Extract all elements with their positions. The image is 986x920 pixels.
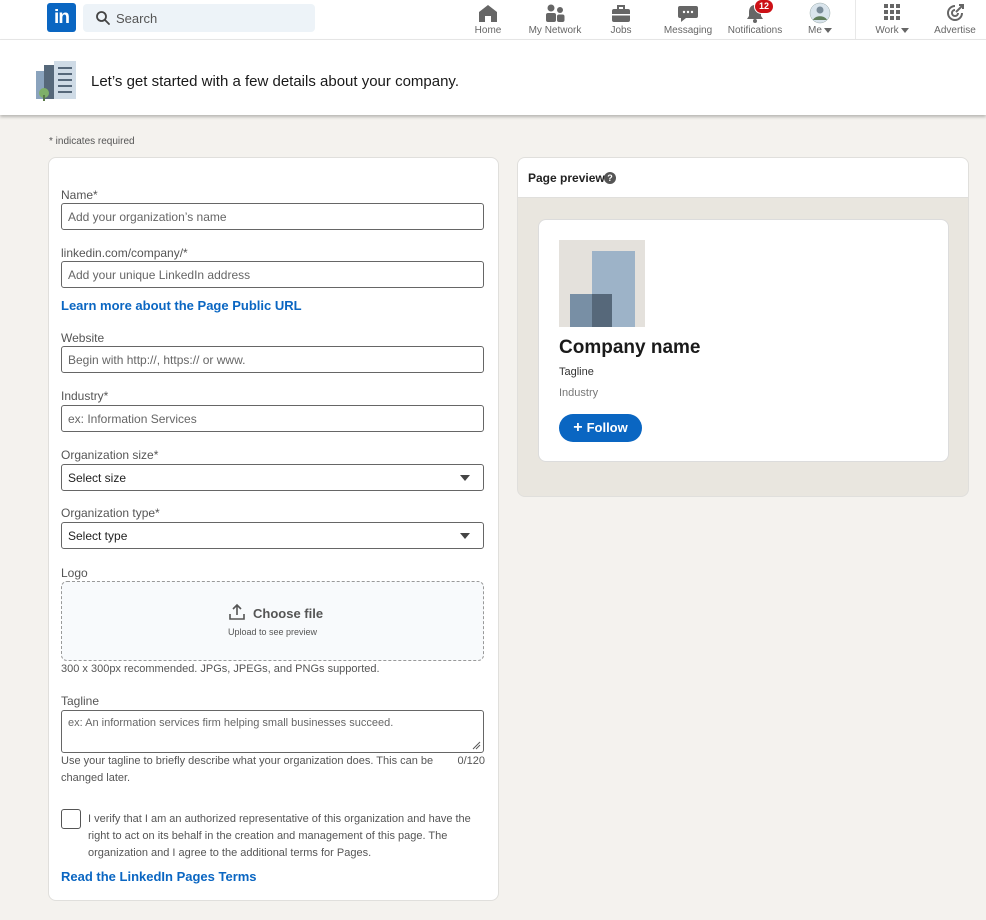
logo-label: Logo	[61, 566, 88, 580]
resize-handle-icon[interactable]	[472, 741, 481, 750]
search-input[interactable]: Search	[116, 11, 157, 26]
tagline-placeholder: ex: An information services firm helping…	[68, 717, 394, 729]
nav-home[interactable]: Home	[470, 0, 506, 40]
tagline-textarea[interactable]: ex: An information services firm helping…	[61, 710, 484, 753]
size-label: Organization size*	[61, 448, 159, 462]
top-navigation: in Search Home My Network Jobs Messaging…	[0, 0, 986, 40]
preview-header: Page preview ?	[518, 158, 968, 198]
nav-my-network[interactable]: My Network	[525, 0, 585, 40]
chevron-down-icon	[460, 475, 470, 481]
page-header: Let’s get started with a few details abo…	[0, 40, 986, 115]
nav-me[interactable]: Me	[803, 0, 837, 40]
nav-work-label: Work	[872, 25, 912, 37]
chevron-down-icon	[460, 533, 470, 539]
nav-divider	[855, 0, 856, 40]
notification-badge: 12	[754, 0, 775, 14]
tagline-hint: Use your tagline to briefly describe wha…	[61, 755, 434, 784]
preview-card: Company name Tagline Industry + Follow	[538, 219, 949, 462]
upload-hint: Upload to see preview	[227, 627, 318, 637]
required-note: * indicates required	[49, 136, 135, 147]
briefcase-icon	[612, 5, 630, 22]
advertise-icon	[947, 4, 964, 21]
url-label: linkedin.com/company/*	[61, 246, 188, 260]
pages-terms-link[interactable]: Read the LinkedIn Pages Terms	[61, 869, 257, 884]
chevron-down-icon	[823, 27, 832, 33]
plus-icon: +	[573, 419, 583, 436]
logo-upload-dropzone[interactable]: Choose file Upload to see preview	[61, 581, 484, 661]
linkedin-logo[interactable]: in	[47, 3, 76, 32]
choose-file-button[interactable]: Choose file	[253, 606, 323, 621]
nav-notifications[interactable]: 12 Notifications	[724, 0, 786, 40]
public-url-link[interactable]: Learn more about the Page Public URL	[61, 298, 302, 313]
follow-label: Follow	[586, 420, 628, 435]
size-select-value: Select size	[68, 471, 127, 485]
follow-button[interactable]: + Follow	[559, 414, 642, 442]
upload-icon	[229, 603, 245, 620]
company-details-form: Name* Add your organization’s name linke…	[48, 157, 499, 901]
nav-jobs[interactable]: Jobs	[605, 0, 637, 40]
preview-company-name: Company name	[559, 337, 701, 358]
url-input[interactable]: Add your unique LinkedIn address	[61, 261, 484, 288]
avatar	[809, 2, 831, 24]
grid-icon	[884, 4, 900, 20]
verify-checkbox[interactable]	[61, 809, 81, 829]
message-icon	[678, 6, 698, 22]
home-icon	[479, 5, 497, 22]
search-bar[interactable]: Search	[83, 4, 315, 32]
nav-jobs-label: Jobs	[610, 25, 632, 36]
tagline-counter: 0/120	[457, 755, 485, 767]
name-input[interactable]: Add your organization’s name	[61, 203, 484, 230]
nav-advertise-label: Advertise	[934, 25, 976, 36]
network-icon	[546, 4, 565, 22]
logo-hint: 300 x 300px recommended. JPGs, JPEGs, an…	[61, 663, 380, 675]
company-logo-placeholder-icon	[559, 240, 645, 327]
search-icon	[96, 11, 110, 25]
page-title: Let’s get started with a few details abo…	[91, 73, 459, 90]
size-select[interactable]: Select size	[61, 464, 484, 491]
industry-input[interactable]: ex: Information Services	[61, 405, 484, 432]
chevron-down-icon	[900, 27, 909, 33]
website-label: Website	[61, 331, 105, 345]
name-label: Name*	[61, 188, 98, 202]
page-preview-panel: Page preview ? Company name Tagline Indu…	[517, 157, 969, 497]
type-select-value: Select type	[68, 529, 128, 543]
nav-me-label: Me	[803, 25, 837, 37]
type-select[interactable]: Select type	[61, 522, 484, 549]
svg-text:?: ?	[607, 173, 613, 183]
nav-advertise[interactable]: Advertise	[930, 0, 980, 40]
nav-home-label: Home	[474, 25, 502, 36]
nav-messaging[interactable]: Messaging	[660, 0, 716, 40]
preview-tagline: Tagline	[559, 366, 594, 378]
verify-text: I verify that I am an authorized represe…	[88, 813, 471, 859]
preview-title: Page preview	[528, 171, 605, 185]
industry-label: Industry*	[61, 389, 109, 403]
nav-my-network-label: My Network	[528, 25, 582, 36]
tagline-label: Tagline	[61, 694, 100, 708]
preview-industry: Industry	[559, 387, 599, 399]
nav-messaging-label: Messaging	[663, 25, 713, 36]
type-label: Organization type*	[61, 506, 160, 520]
website-input[interactable]: Begin with http://, https:// or www.	[61, 346, 484, 373]
company-building-icon	[36, 61, 76, 101]
nav-notifications-label: Notifications	[727, 25, 783, 36]
nav-work[interactable]: Work	[872, 0, 912, 40]
help-icon[interactable]: ?	[604, 172, 616, 184]
